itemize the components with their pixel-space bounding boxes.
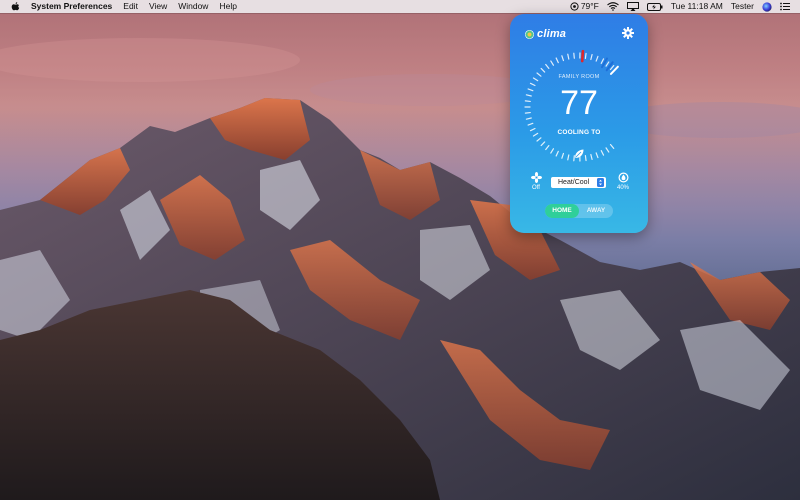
- dial-tick: [555, 150, 559, 157]
- dial-tick: [595, 55, 599, 62]
- mode-status: COOLING TO: [557, 129, 601, 136]
- clock[interactable]: Tue 11:18 AM: [671, 0, 723, 13]
- notification-center-icon[interactable]: [780, 2, 790, 11]
- dial-tick: [609, 143, 615, 149]
- dial-tick: [561, 152, 565, 159]
- dial-tick: [567, 53, 570, 60]
- humidity-icon: [617, 172, 629, 183]
- desktop-wallpaper: [0, 0, 800, 500]
- gear-icon[interactable]: [622, 27, 634, 39]
- menu-app-name[interactable]: System Preferences: [31, 0, 112, 13]
- user-menu[interactable]: Tester: [731, 0, 754, 13]
- dial-tick: [550, 148, 555, 154]
- dial-tick: [545, 63, 550, 69]
- weather-temp: 79°F: [580, 1, 599, 11]
- target-temperature: 77: [560, 84, 598, 122]
- dial-tick: [605, 61, 610, 67]
- humidity-value: 40%: [616, 185, 629, 191]
- siri-icon[interactable]: [762, 1, 772, 12]
- leaf-icon: [575, 149, 584, 158]
- menu-edit[interactable]: Edit: [123, 0, 138, 13]
- dial-tick: [540, 67, 546, 73]
- dial-tick: [550, 60, 555, 66]
- dial-tick: [555, 57, 559, 64]
- battery-icon[interactable]: [646, 2, 663, 11]
- home-button[interactable]: HOME: [545, 204, 579, 218]
- fan-label: Off: [532, 185, 540, 191]
- dial-tick: [600, 150, 605, 156]
- clima-logo-icon: [525, 29, 534, 39]
- humidity-control[interactable]: 40%: [614, 172, 632, 191]
- dial-tick: [561, 55, 565, 62]
- stepper-arrows-icon: [597, 178, 604, 187]
- apple-logo-icon[interactable]: [11, 1, 20, 12]
- fan-icon: [530, 172, 542, 183]
- dial-tick: [536, 137, 542, 142]
- dial-tick: [605, 147, 610, 153]
- menu-help[interactable]: Help: [219, 0, 236, 13]
- dial-tick: [595, 152, 599, 159]
- mountain-landscape: [0, 0, 800, 500]
- clima-menubar-icon: [570, 2, 579, 11]
- away-button[interactable]: AWAY: [579, 204, 613, 218]
- menu-window[interactable]: Window: [178, 0, 208, 13]
- dial-tick: [527, 122, 534, 126]
- dial-tick: [600, 58, 605, 64]
- home-away-toggle[interactable]: HOME AWAY: [545, 204, 613, 218]
- dial-tick: [590, 53, 593, 61]
- dial-tick: [545, 145, 550, 151]
- clima-widget: clima FAMILY ROOM 77 COOLING TO Off Heat…: [510, 14, 648, 233]
- dial-tick: [590, 153, 593, 161]
- dial-tick: [540, 141, 546, 147]
- fan-control[interactable]: Off: [528, 172, 544, 191]
- weather-status[interactable]: 79°F: [570, 0, 599, 13]
- menu-bar: System Preferences Edit View Window Help…: [0, 0, 800, 13]
- airplay-icon[interactable]: [626, 2, 639, 11]
- brand: clima: [525, 28, 566, 40]
- dial-tick: [567, 154, 570, 161]
- mode-select-value: Heat/Cool: [558, 179, 590, 186]
- wifi-icon[interactable]: [607, 2, 619, 11]
- dial-tick: [584, 154, 587, 162]
- room-name: FAMILY ROOM: [558, 74, 600, 80]
- mode-select[interactable]: Heat/Cool: [551, 177, 606, 188]
- menu-view[interactable]: View: [149, 0, 167, 13]
- brand-name: clima: [537, 28, 567, 40]
- dial-tick: [584, 52, 587, 60]
- current-temperature-marker: [580, 49, 585, 63]
